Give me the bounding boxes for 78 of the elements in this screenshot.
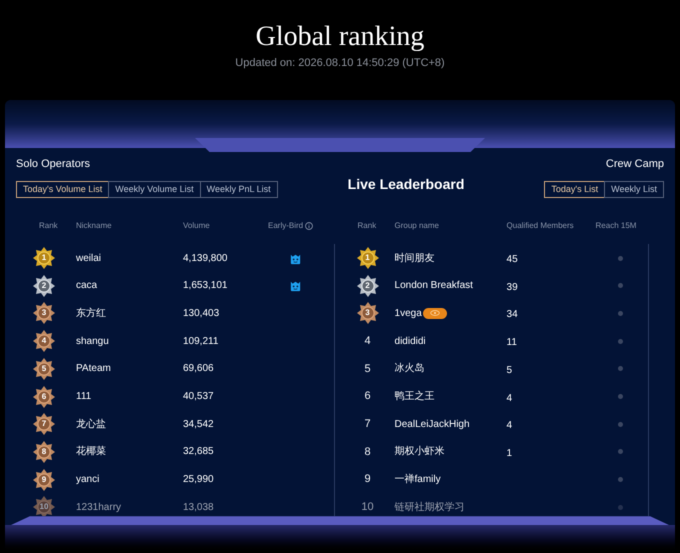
- list-tab[interactable]: Weekly PnL List: [200, 181, 278, 198]
- members-cell: 4: [506, 420, 512, 432]
- group-name-cell-text: 冰火岛: [394, 362, 425, 376]
- volume-cell-text: 1,653,101: [183, 279, 228, 294]
- nickname-cell-text: weilai: [75, 252, 102, 266]
- group-name-cell-text: 鸭王之王: [394, 390, 435, 404]
- column-header: Rank: [356, 220, 378, 232]
- page-title: Global ranking: [256, 20, 424, 54]
- rank-number: 10: [40, 503, 48, 512]
- members-cell: 34: [506, 309, 518, 320]
- rank-number: 8: [42, 448, 46, 456]
- updated-time: Updated on: 2026.08.10 14:50:29 (UTC+8): [235, 56, 445, 71]
- volume-cell-text: 4,139,800: [183, 252, 228, 266]
- rank-number: 6: [42, 392, 46, 401]
- robot-icon: [289, 279, 302, 292]
- list-tab[interactable]: Weekly List: [604, 181, 664, 198]
- volume-cell-text: 34,542: [183, 418, 215, 432]
- volume-cell-text: 13,038: [183, 500, 215, 515]
- volume-cell-text: 69,606: [183, 362, 215, 376]
- rank-number: 4: [363, 334, 372, 349]
- nickname-cell-text: 1231harry: [75, 500, 122, 515]
- nickname-cell-text: 东方红: [75, 306, 107, 321]
- rank-number: 7: [42, 420, 46, 428]
- rank-number: 4: [42, 337, 46, 346]
- group-name-cell-text: didididi: [394, 334, 426, 349]
- rank-number: 9: [363, 472, 372, 488]
- column-header: Reach 15M: [596, 220, 636, 232]
- rank-number: 6: [363, 389, 372, 404]
- rank-number: 2: [365, 282, 370, 290]
- column-header: Qualified Members: [506, 220, 575, 232]
- list-tab[interactable]: Today's List: [544, 181, 606, 198]
- volume-cell-text: 130,403: [183, 306, 220, 321]
- list-tab[interactable]: Weekly Volume List: [108, 181, 201, 198]
- members-cell: 1: [506, 448, 512, 459]
- list-tab[interactable]: Today's Volume List: [16, 181, 110, 198]
- nickname-cell-text: caca: [75, 279, 98, 294]
- rank-number: 8: [363, 444, 372, 460]
- volume-cell-text: 40,537: [183, 390, 215, 404]
- group-name-cell-text: London Breakfast: [394, 279, 473, 294]
- section-title: Crew Camp: [606, 156, 664, 172]
- volume-cell-text: 25,990: [183, 473, 215, 488]
- rank-number: 5: [363, 362, 372, 377]
- group-name-cell-text: 时间朋友: [394, 252, 435, 266]
- nickname-cell-text: PAteam: [75, 362, 112, 376]
- group-name-cell-text: 一禅family: [394, 472, 441, 488]
- group-name-cell-text: DealLeiJackHigh: [394, 418, 470, 432]
- board-title: Live Leaderboard: [348, 174, 464, 194]
- rank-number: 1: [365, 254, 370, 262]
- nickname-cell-text: 花椰菜: [75, 444, 107, 460]
- members-cell: 11: [506, 337, 517, 348]
- rank-number: 3: [365, 309, 370, 318]
- column-header: Group name: [394, 220, 440, 232]
- nickname-cell-text: yanci: [75, 473, 100, 488]
- section-title: Solo Operators: [16, 156, 91, 172]
- info-icon[interactable]: [305, 222, 314, 230]
- rank-number: 2: [42, 282, 46, 290]
- group-name-cell-text: 1vega: [394, 306, 422, 321]
- members-cell: 4: [506, 392, 512, 404]
- rank-number: 3: [42, 309, 46, 318]
- group-name-cell-text: 期权小虾米: [394, 444, 445, 460]
- members-cell: 5: [506, 364, 512, 376]
- members-cell: 45: [506, 254, 518, 266]
- rank-number: 7: [363, 416, 372, 432]
- volume-cell-text: 109,211: [183, 334, 220, 349]
- rank-number: 5: [42, 364, 46, 373]
- nickname-cell-text: shangu: [75, 334, 110, 349]
- rank-number: 9: [42, 476, 46, 484]
- rank-number: 1: [42, 254, 46, 262]
- nickname-cell-text: 111: [75, 390, 92, 404]
- volume-cell-text: 32,685: [183, 445, 215, 460]
- column-header: Early-Bird: [268, 220, 304, 232]
- nickname-cell-text: 龙心盐: [75, 418, 107, 432]
- column-header: Rank: [38, 220, 59, 232]
- members-cell: 39: [506, 282, 518, 293]
- group-name-cell-text: 链研社期权学习: [394, 500, 465, 515]
- rank-number: 10: [360, 500, 375, 516]
- column-header: Nickname: [75, 220, 113, 232]
- column-header: Volume: [183, 220, 211, 232]
